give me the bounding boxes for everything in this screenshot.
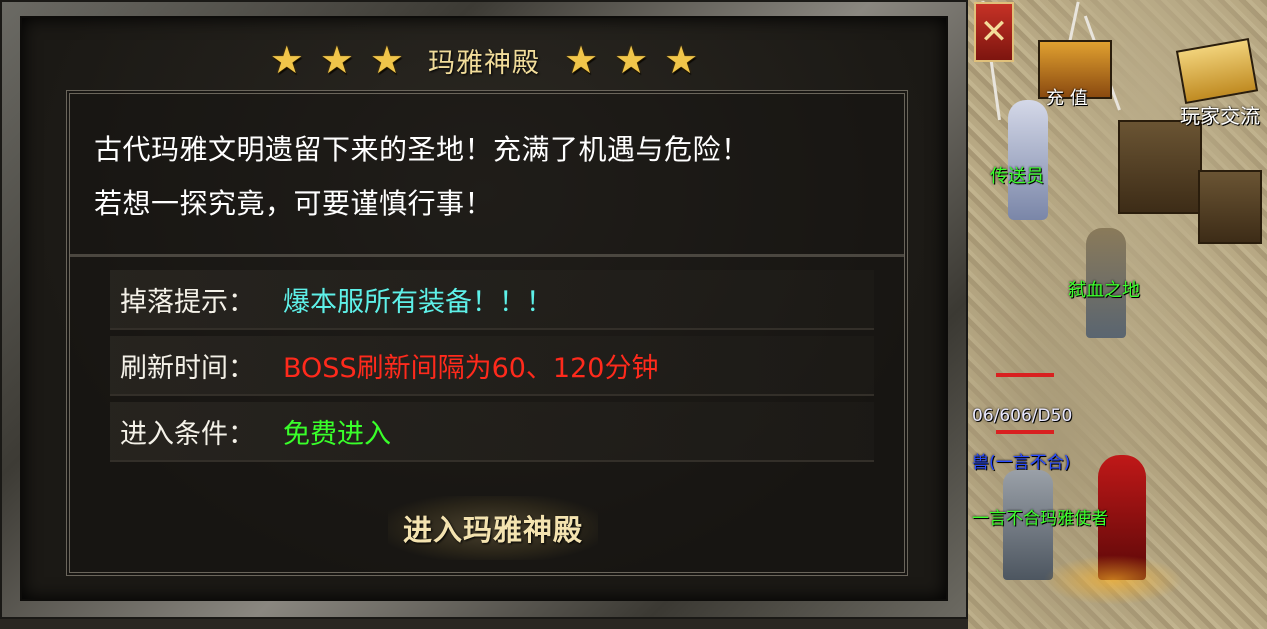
close-button[interactable]: ✕ — [974, 2, 1014, 62]
dialog-body: ★ ★ ★ 玛雅神殿 ★ ★ ★ 古代玛雅文明遗留下来的圣地！充满了机遇与危险！… — [20, 16, 948, 601]
game-world-view[interactable]: 充 值 玩家交流 传送员 弑血之地 06/606/D50 兽(一言不合) 一言不… — [968, 0, 1267, 629]
refresh-time-value: BOSS刷新间隔为60、120分钟 — [283, 353, 659, 384]
entry-condition-value: 免费进入 — [283, 419, 391, 450]
refresh-time-label: 刷新时间： — [120, 353, 255, 384]
drop-hint-row: 掉落提示： 爆本服所有装备！！！ — [110, 270, 874, 330]
selection-ring — [1043, 555, 1183, 605]
teleporter-name[interactable]: 传送员 — [990, 162, 1044, 188]
drop-hint-value: 爆本服所有装备！！！ — [283, 287, 553, 318]
enter-maya-temple-button[interactable]: 进入玛雅神殿 — [388, 496, 598, 560]
refresh-time-row: 刷新时间： BOSS刷新间隔为60、120分钟 — [110, 336, 874, 396]
star-icon: ★ — [369, 38, 404, 82]
description-box: 古代玛雅文明遗留下来的圣地！充满了机遇与危险！ 若想一探究竟，可要谨慎行事！ — [70, 94, 904, 257]
close-icon[interactable]: ✕ — [980, 12, 1009, 52]
star-icon: ★ — [269, 38, 304, 82]
hp-bar — [996, 430, 1054, 434]
player-trade-label[interactable]: 玩家交流 — [1180, 100, 1260, 129]
entry-condition-label: 进入条件： — [120, 419, 255, 450]
entry-condition-row: 进入条件： 免费进入 — [110, 402, 874, 462]
star-icon: ★ — [664, 38, 699, 82]
gift-box-icon[interactable] — [1175, 37, 1259, 105]
recharge-label[interactable]: 充 值 — [1046, 84, 1088, 110]
content-frame: 古代玛雅文明遗留下来的圣地！充满了机遇与危险！ 若想一探究竟，可要谨慎行事！ 掉… — [66, 90, 908, 576]
star-icon: ★ — [319, 38, 354, 82]
description-line: 若想一探究竟，可要谨慎行事！ — [94, 187, 494, 220]
crate — [1198, 170, 1262, 244]
crate — [1118, 120, 1202, 214]
maya-temple-dialog: ★ ★ ★ 玛雅神殿 ★ ★ ★ 古代玛雅文明遗留下来的圣地！充满了机遇与危险！… — [0, 0, 968, 619]
dialog-header: ★ ★ ★ 玛雅神殿 ★ ★ ★ — [22, 40, 946, 80]
teleporter-npc[interactable] — [1008, 100, 1048, 220]
maya-envoy-name[interactable]: 一言不合玛雅使者 — [972, 504, 1108, 529]
player-stats-text: 06/606/D50 — [972, 406, 1073, 426]
hp-bar — [996, 373, 1054, 377]
arena-npc-name[interactable]: 弑血之地 — [1068, 276, 1140, 302]
star-icon: ★ — [614, 38, 649, 82]
star-icon: ★ — [564, 38, 599, 82]
drop-hint-label: 掉落提示： — [120, 287, 255, 318]
dialog-title: 玛雅神殿 — [428, 47, 540, 79]
description-line: 古代玛雅文明遗留下来的圣地！充满了机遇与危险！ — [94, 133, 750, 166]
